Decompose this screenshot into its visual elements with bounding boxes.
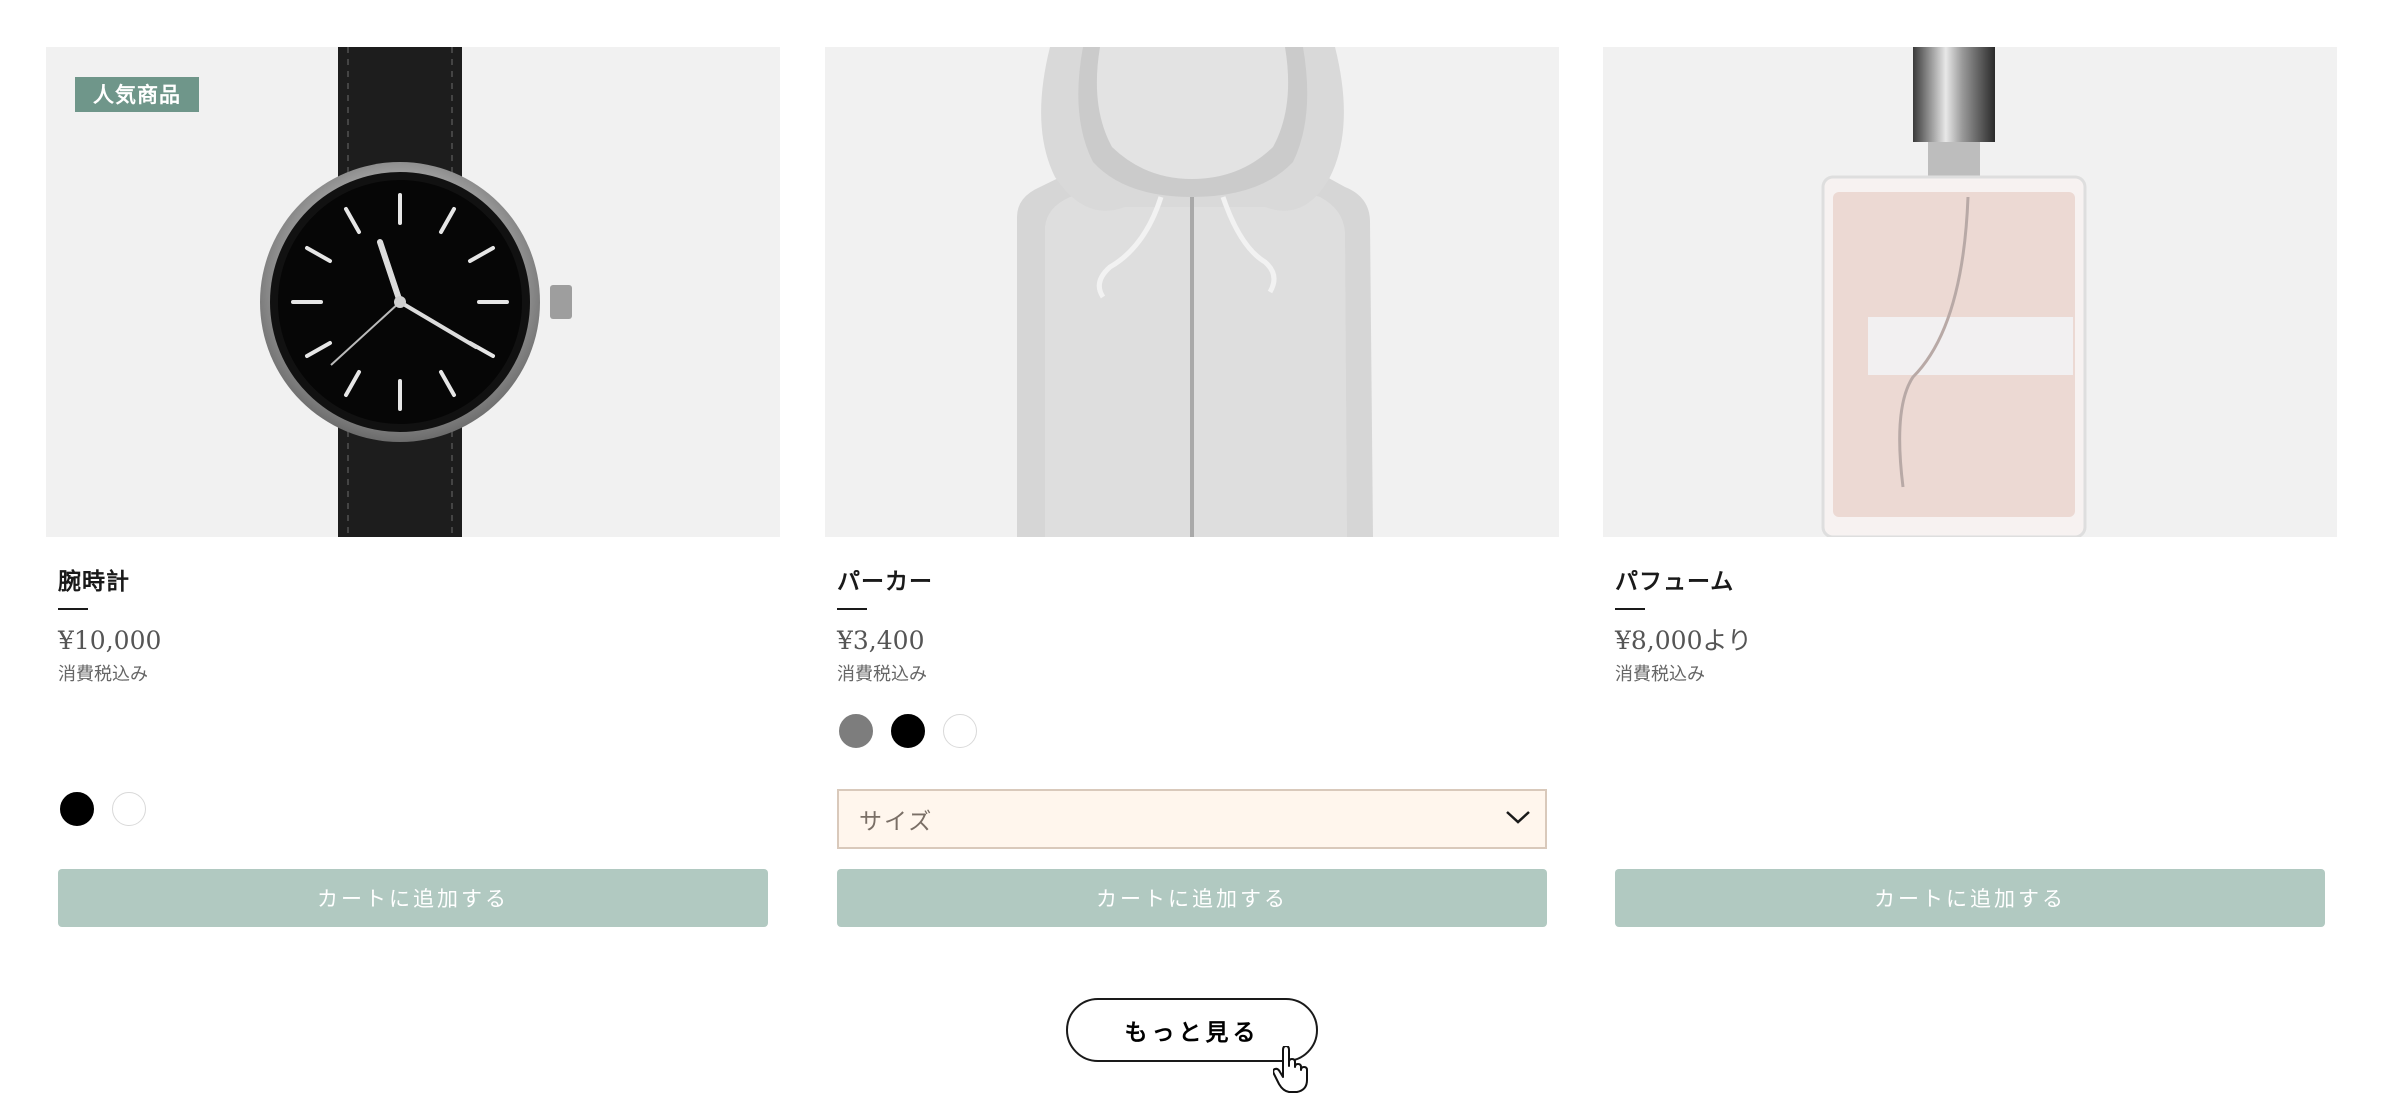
add-to-cart-button[interactable]: カートに追加する: [837, 869, 1547, 927]
product-image-hoodie[interactable]: [825, 47, 1559, 537]
swatch-gray[interactable]: [839, 714, 873, 748]
name-divider: [1615, 608, 1645, 610]
add-to-cart-button[interactable]: カートに追加する: [58, 869, 768, 927]
perfume-image: [1821, 47, 2087, 537]
swatch-white[interactable]: [112, 792, 146, 826]
product-name[interactable]: パーカー: [837, 565, 1547, 599]
size-select-placeholder: サイズ: [859, 809, 934, 835]
name-divider: [837, 608, 867, 610]
size-select[interactable]: サイズ: [837, 789, 1547, 849]
hoodie-image: [1017, 47, 1373, 537]
swatch-black[interactable]: [60, 792, 94, 826]
product-price: ¥8,000より: [1615, 626, 1752, 655]
product-image-perfume[interactable]: [1603, 47, 2337, 537]
swatch-black[interactable]: [891, 714, 925, 748]
product-image-watch[interactable]: 人気商品: [46, 47, 780, 537]
tax-note: 消費税込み: [58, 664, 148, 685]
add-to-cart-button[interactable]: カートに追加する: [1615, 869, 2325, 927]
product-card-watch: 人気商品 腕時計 ¥10,000 消費税込み カートに追加する: [46, 47, 780, 927]
color-swatches: [60, 792, 146, 826]
swatch-white[interactable]: [943, 714, 977, 748]
chevron-down-icon: [1505, 809, 1531, 829]
product-name[interactable]: 腕時計: [58, 565, 768, 599]
color-swatches: [839, 714, 977, 748]
product-grid: 人気商品 腕時計 ¥10,000 消費税込み カートに追加する パーカー ¥3,…: [0, 0, 2384, 1094]
product-card-hoodie: パーカー ¥3,400 消費税込み サイズ カートに追加する: [825, 47, 1559, 927]
product-card-perfume: パフューム ¥8,000より 消費税込み カートに追加する: [1603, 47, 2337, 927]
product-price: ¥10,000: [58, 626, 162, 655]
name-divider: [58, 608, 88, 610]
tax-note: 消費税込み: [1615, 664, 1705, 685]
wristwatch-image: [260, 47, 572, 537]
tax-note: 消費税込み: [837, 664, 927, 685]
product-name[interactable]: パフューム: [1615, 565, 2325, 599]
hand-pointer-icon: [1272, 1045, 1309, 1098]
popular-badge: 人気商品: [75, 77, 199, 112]
product-price: ¥3,400: [837, 626, 925, 655]
